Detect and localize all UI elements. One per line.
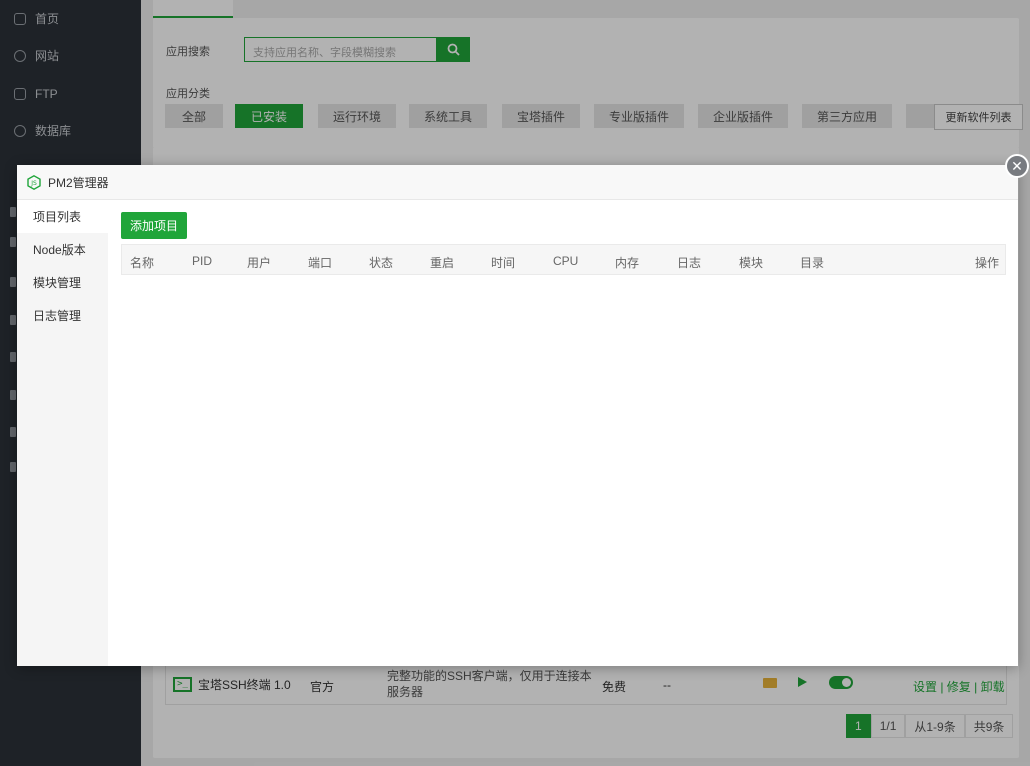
column-header-module: 模块 xyxy=(739,256,764,270)
column-header-log: 日志 xyxy=(677,256,702,270)
sidebar-item-module-management[interactable]: 模块管理 xyxy=(17,266,108,299)
dialog-header: JS PM2管理器 xyxy=(17,165,1018,200)
column-header-user: 用户 xyxy=(247,256,272,270)
column-header-memory: 内存 xyxy=(615,256,640,270)
column-header-time: 时间 xyxy=(491,256,516,270)
dialog-sidebar: 项目列表 Node版本 模块管理 日志管理 xyxy=(17,200,108,666)
close-icon[interactable]: ✕ xyxy=(1005,154,1029,178)
sidebar-item-node-version[interactable]: Node版本 xyxy=(17,233,108,266)
pm2-manager-dialog: JS PM2管理器 ✕ 项目列表 Node版本 模块管理 日志管理 添加项目 名… xyxy=(17,154,1029,666)
column-header-actions: 操作 xyxy=(975,256,1000,270)
sidebar-item-log-management[interactable]: 日志管理 xyxy=(17,299,108,332)
column-header-port: 端口 xyxy=(308,256,333,270)
column-header-directory: 目录 xyxy=(800,256,825,270)
add-project-button[interactable]: 添加项目 xyxy=(121,212,187,239)
column-header-cpu: CPU xyxy=(553,254,579,268)
nodejs-icon: JS xyxy=(27,174,41,190)
dialog-title: PM2管理器 xyxy=(48,175,109,190)
table-header: 名称 PID 用户 端口 状态 重启 时间 CPU 内存 日志 模块 目录 操作 xyxy=(121,244,1006,275)
svg-text:JS: JS xyxy=(30,180,37,187)
column-header-pid: PID xyxy=(192,254,213,268)
column-header-status: 状态 xyxy=(369,256,394,270)
sidebar-item-project-list[interactable]: 项目列表 xyxy=(17,200,108,233)
column-header-name: 名称 xyxy=(130,256,155,270)
column-header-restart: 重启 xyxy=(430,256,455,270)
dialog-main: 添加项目 名称 PID 用户 端口 状态 重启 时间 CPU 内存 日志 模块 … xyxy=(108,200,1018,666)
